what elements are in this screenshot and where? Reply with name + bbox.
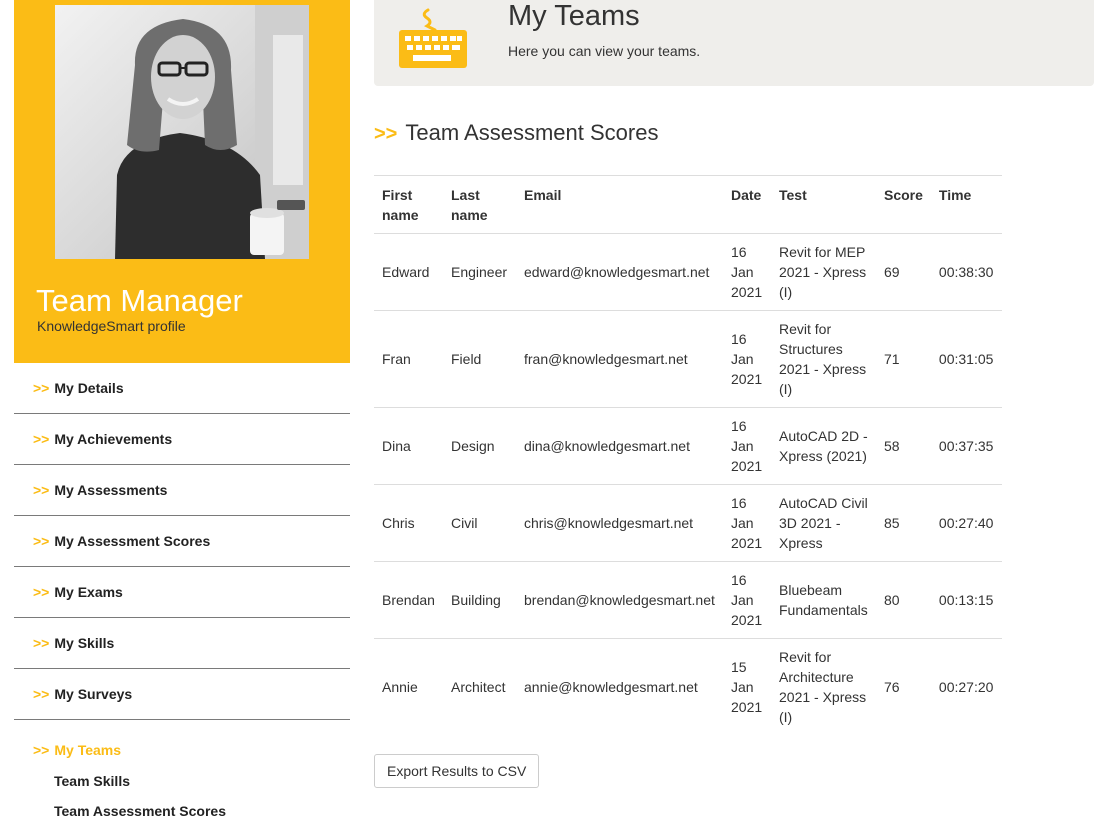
cell-score: 80: [876, 561, 931, 639]
chevron-right-icon: >>: [374, 123, 398, 145]
table-row: Dina Design dina@knowledgesmart.net 16 Ja…: [374, 407, 1002, 485]
team-scores-table: First name Last name Email Date Test Score…: [374, 175, 1002, 735]
table-row: Chris Civil chris@knowledgesmart.net 16 J…: [374, 484, 1002, 562]
cell-test: Revit for Structures 2021 - Xpress (I): [771, 310, 876, 408]
page-title: My Teams: [508, 0, 640, 32]
page-subtitle: Here you can view your teams.: [508, 43, 701, 59]
table-header-row: First name Last name Email Date Test Score…: [374, 175, 1002, 234]
cell-score: 71: [876, 310, 931, 408]
cell-time: 00:38:30: [930, 233, 1002, 311]
column-header-first-name[interactable]: First name: [374, 175, 443, 234]
cell-date: 16 Jan 2021: [723, 310, 771, 408]
profile-photo: [55, 5, 309, 259]
cell-last-name: Field: [443, 310, 516, 408]
cell-email: chris@knowledgesmart.net: [516, 484, 723, 562]
column-header-email[interactable]: Email: [516, 175, 723, 234]
cell-email: fran@knowledgesmart.net: [516, 310, 723, 408]
table-row: Brendan Building brendan@knowledgesmart.…: [374, 561, 1002, 639]
sidebar-item-my-details[interactable]: >> My Details: [14, 363, 350, 414]
chevron-right-icon: >>: [33, 533, 50, 549]
cell-test: AutoCAD Civil 3D 2021 - Xpress: [771, 484, 876, 562]
chevron-right-icon: >>: [33, 635, 50, 651]
chevron-right-icon: >>: [33, 686, 50, 702]
cell-email: dina@knowledgesmart.net: [516, 407, 723, 485]
cell-last-name: Engineer: [443, 233, 516, 311]
cell-test: Bluebeam Fundamentals: [771, 561, 876, 639]
cell-last-name: Civil: [443, 484, 516, 562]
sidebar-item-label: My Surveys: [54, 686, 133, 702]
sidebar-nav: >> My Details >> My Achievements >> My A…: [14, 363, 350, 826]
sidebar-item-my-exams[interactable]: >> My Exams: [14, 567, 350, 618]
profile-photo-image: [115, 5, 309, 259]
profile-card: Team Manager KnowledgeSmart profile: [14, 0, 350, 363]
column-header-score[interactable]: Score: [876, 175, 931, 234]
section-heading-label: Team Assessment Scores: [405, 120, 659, 145]
cell-email: edward@knowledgesmart.net: [516, 233, 723, 311]
cell-date: 15 Jan 2021: [723, 638, 771, 735]
cell-last-name: Architect: [443, 638, 516, 735]
chevron-right-icon: >>: [33, 431, 50, 447]
section-heading: >> Team Assessment Scores: [374, 120, 658, 146]
cell-date: 16 Jan 2021: [723, 484, 771, 562]
cell-last-name: Building: [443, 561, 516, 639]
sidebar-item-my-skills[interactable]: >> My Skills: [14, 618, 350, 669]
cell-first-name: Chris: [374, 484, 443, 562]
cell-time: 00:27:40: [930, 484, 1002, 562]
column-header-test[interactable]: Test: [771, 175, 876, 234]
sidebar-item-label: My Details: [54, 380, 124, 396]
cell-first-name: Annie: [374, 638, 443, 735]
sidebar-item-my-surveys[interactable]: >> My Surveys: [14, 669, 350, 720]
cell-score: 85: [876, 484, 931, 562]
cell-last-name: Design: [443, 407, 516, 485]
cell-time: 00:37:35: [930, 407, 1002, 485]
profile-subtitle: KnowledgeSmart profile: [37, 318, 186, 334]
column-header-time[interactable]: Time: [930, 175, 1002, 234]
sidebar-item-my-assessments[interactable]: >> My Assessments: [14, 465, 350, 516]
cell-score: 76: [876, 638, 931, 735]
cell-test: Revit for Architecture 2021 - Xpress (I): [771, 638, 876, 735]
cell-test: AutoCAD 2D - Xpress (2021): [771, 407, 876, 485]
sidebar-item-label: My Exams: [54, 584, 123, 600]
table-row: Edward Engineer edward@knowledgesmart.ne…: [374, 233, 1002, 311]
page-header-banner: My Teams Here you can view your teams.: [374, 0, 1094, 86]
sidebar-item-my-teams[interactable]: >> My Teams: [14, 734, 350, 766]
sidebar-subitem-team-assessment-scores[interactable]: Team Assessment Scores: [14, 796, 350, 826]
cell-first-name: Fran: [374, 310, 443, 408]
cell-score: 69: [876, 233, 931, 311]
chevron-right-icon: >>: [33, 482, 50, 498]
keyboard-icon: [399, 8, 467, 68]
cell-date: 16 Jan 2021: [723, 233, 771, 311]
cell-time: 00:27:20: [930, 638, 1002, 735]
export-csv-button[interactable]: Export Results to CSV: [374, 754, 540, 788]
cell-email: brendan@knowledgesmart.net: [516, 561, 723, 639]
sidebar-item-label: My Achievements: [54, 431, 173, 447]
chevron-right-icon: >>: [33, 584, 50, 600]
chevron-right-icon: >>: [33, 380, 50, 396]
cell-first-name: Brendan: [374, 561, 443, 639]
sidebar-item-my-assessment-scores[interactable]: >> My Assessment Scores: [14, 516, 350, 567]
cell-score: 58: [876, 407, 931, 485]
cell-date: 16 Jan 2021: [723, 561, 771, 639]
cell-date: 16 Jan 2021: [723, 407, 771, 485]
sidebar-item-label: My Skills: [54, 635, 115, 651]
sidebar-item-label: My Teams: [54, 742, 122, 758]
cell-email: annie@knowledgesmart.net: [516, 638, 723, 735]
column-header-date[interactable]: Date: [723, 175, 771, 234]
sidebar-item-label: My Assessment Scores: [54, 533, 211, 549]
cell-first-name: Dina: [374, 407, 443, 485]
cell-time: 00:13:15: [930, 561, 1002, 639]
profile-name: Team Manager: [36, 283, 243, 318]
table-row: Annie Architect annie@knowledgesmart.net…: [374, 638, 1002, 735]
cell-first-name: Edward: [374, 233, 443, 311]
table-row: Fran Field fran@knowledgesmart.net 16 Jan…: [374, 310, 1002, 408]
chevron-right-icon: >>: [33, 742, 50, 758]
column-header-last-name[interactable]: Last name: [443, 175, 516, 234]
sidebar-item-my-achievements[interactable]: >> My Achievements: [14, 414, 350, 465]
sidebar-item-label: My Assessments: [54, 482, 168, 498]
cell-test: Revit for MEP 2021 - Xpress (I): [771, 233, 876, 311]
sidebar-subitem-team-skills[interactable]: Team Skills: [14, 766, 350, 796]
cell-time: 00:31:05: [930, 310, 1002, 408]
